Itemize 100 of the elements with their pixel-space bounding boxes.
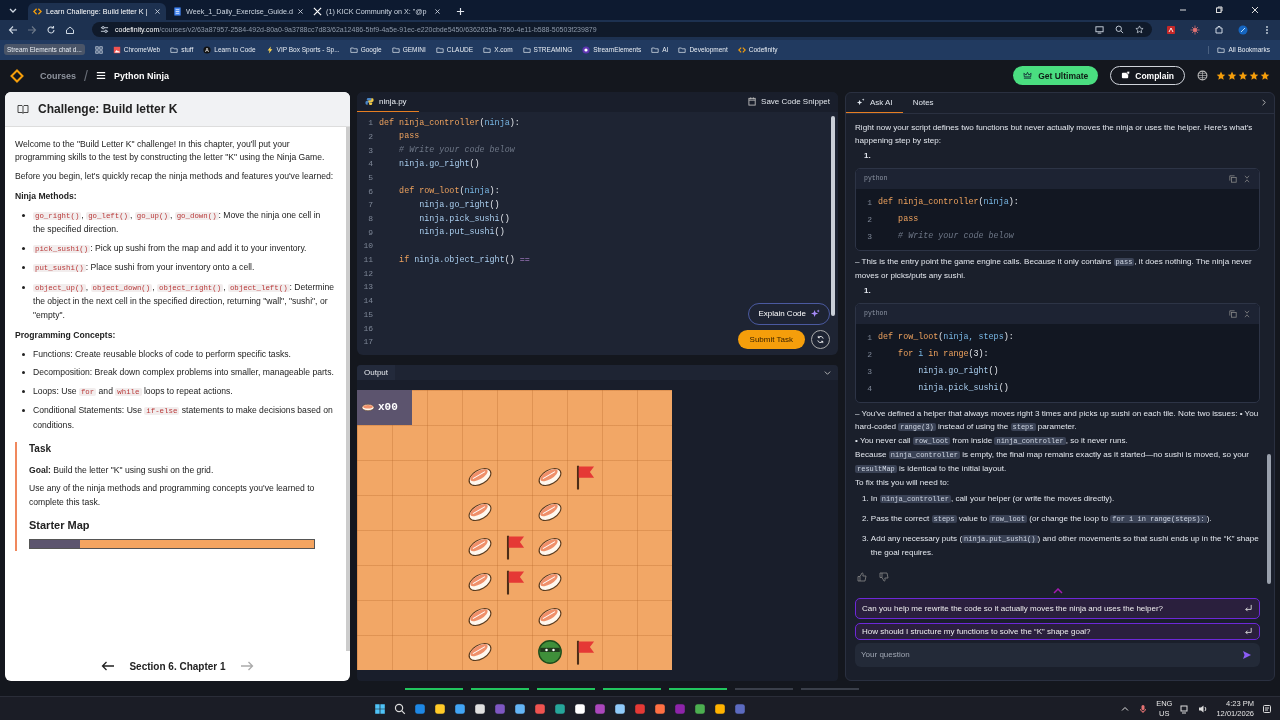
line-number: 9 [367,227,374,237]
chapter-label: Section 6. Chapter 1 [129,660,226,672]
code-line: ninja.go_right() [398,158,480,169]
reload-icon[interactable] [46,24,56,35]
app-icon[interactable] [514,702,527,715]
thumbs-up-icon[interactable] [857,571,867,582]
list-number: 2. [862,512,869,525]
menu-icon[interactable] [95,71,106,81]
question-field[interactable]: Your question [855,642,1260,667]
folder-icon [1217,45,1226,54]
plus-icon[interactable] [456,6,465,16]
apps-grid-icon[interactable] [94,45,103,54]
back-arrow-icon[interactable] [8,24,18,35]
panel-tab[interactable]: Notes [902,92,944,113]
notification-icon[interactable] [1262,703,1272,714]
code-line: pass [398,131,420,142]
folder-icon [391,45,400,54]
line-number: 2 [367,131,374,141]
line-number: 1 [866,196,873,209]
code-line: if ninja.object_right() == [398,254,530,265]
code-line: ninja.go_right() [418,199,500,210]
app-icon[interactable] [454,702,467,715]
list-number: 1. [864,149,872,162]
code-line: # Write your code below [897,229,1014,243]
chevron-up-icon[interactable] [1052,587,1063,594]
site-settings-icon[interactable] [100,25,109,35]
close-icon[interactable] [1250,4,1260,15]
code-brackets-icon [737,45,746,54]
bullet [22,285,25,289]
app-icon[interactable] [654,702,667,715]
bullet [22,409,25,413]
goal-text: Goal: Build the letter "K" using sushi on the grid. [29,463,215,477]
copy-icon[interactable] [1229,309,1237,318]
extensions-icon[interactable] [1214,24,1224,35]
globe-icon[interactable] [1197,70,1208,82]
home-icon[interactable] [65,24,75,35]
burst-icon[interactable] [1190,24,1200,35]
sushi-count: x00 [378,401,398,414]
calendar-save-icon [748,97,758,107]
bullet [22,389,25,393]
code-line: def ninja_controller(ninja): [379,117,520,128]
folder-icon [435,45,444,54]
folder-icon [678,45,687,54]
app-icon[interactable] [554,702,567,715]
network-icon[interactable] [1180,703,1191,714]
profile-icon[interactable] [1238,24,1248,35]
speaker-icon[interactable] [1198,703,1209,714]
star-icon [1260,70,1270,81]
folder-icon [651,45,660,54]
app-icon[interactable] [474,702,487,715]
course-title: Python Ninja [113,70,169,81]
send-icon[interactable] [1242,649,1252,660]
save-snippet-button[interactable]: Save Code Snippet [740,97,838,107]
thumbs-down-icon[interactable] [879,571,889,582]
collapse-icon[interactable] [1243,174,1251,183]
document-icon [173,6,182,16]
chevron-right-icon[interactable] [1259,98,1268,108]
close-icon[interactable] [154,7,161,15]
star-outline-icon[interactable] [1135,25,1144,35]
courses-link[interactable]: Courses [40,70,76,81]
forward-arrow-icon[interactable] [27,24,37,35]
code-line: ninja.pick_sushi() [418,213,510,224]
left-arrow-icon[interactable] [101,661,116,672]
copy-icon[interactable] [1229,174,1237,183]
panel-tab[interactable]: Ask AI [846,92,903,113]
line-number: 4 [367,159,374,169]
suggestion-button[interactable]: Can you help me rewrite the code so it actually moves the ninja and uses the helper? [855,597,1260,619]
submit-task-button[interactable]: Submit Task [737,329,805,349]
install-app-icon[interactable] [1095,25,1104,35]
output-tab[interactable]: Output [357,364,395,380]
get-ultimate-button[interactable]: Get Ultimate [1013,66,1099,86]
pdf-icon[interactable] [1166,24,1176,35]
code-brackets-logo[interactable] [10,68,24,83]
sushi-icon [361,402,375,412]
file-tab[interactable]: ninja.py [357,91,419,112]
paragraph: Use any of the ninja methods and programming concepts you've learned to complete this task. [29,482,316,509]
close-icon[interactable] [296,7,304,15]
windows-logo-icon[interactable] [374,702,387,715]
line-number: 8 [367,214,374,223]
zoom-icon[interactable] [1115,25,1124,35]
suggestion-button[interactable]: How should I structure my functions to solve the “K” shape goal? [855,622,1260,640]
app-icon[interactable] [694,702,707,715]
folder-icon [483,45,492,54]
folder-icon [349,45,358,54]
explain-code-button[interactable]: Explain Code [748,302,830,325]
collapse-icon[interactable] [1243,309,1251,318]
line-number: 14 [362,296,374,306]
restore-icon[interactable] [1214,4,1224,15]
app-icon[interactable] [574,702,587,715]
image-icon [112,45,121,54]
app-icon[interactable] [614,702,627,715]
app-icon[interactable] [714,702,727,715]
search-icon[interactable] [394,702,407,715]
star-icon [1216,70,1226,81]
code-line: # Write your code below [398,145,515,156]
app-icon[interactable] [434,702,447,715]
code-brackets-icon [33,6,42,16]
close-icon[interactable] [434,7,441,15]
list-number: 1. [862,492,869,505]
microphone-icon[interactable] [1138,703,1149,714]
